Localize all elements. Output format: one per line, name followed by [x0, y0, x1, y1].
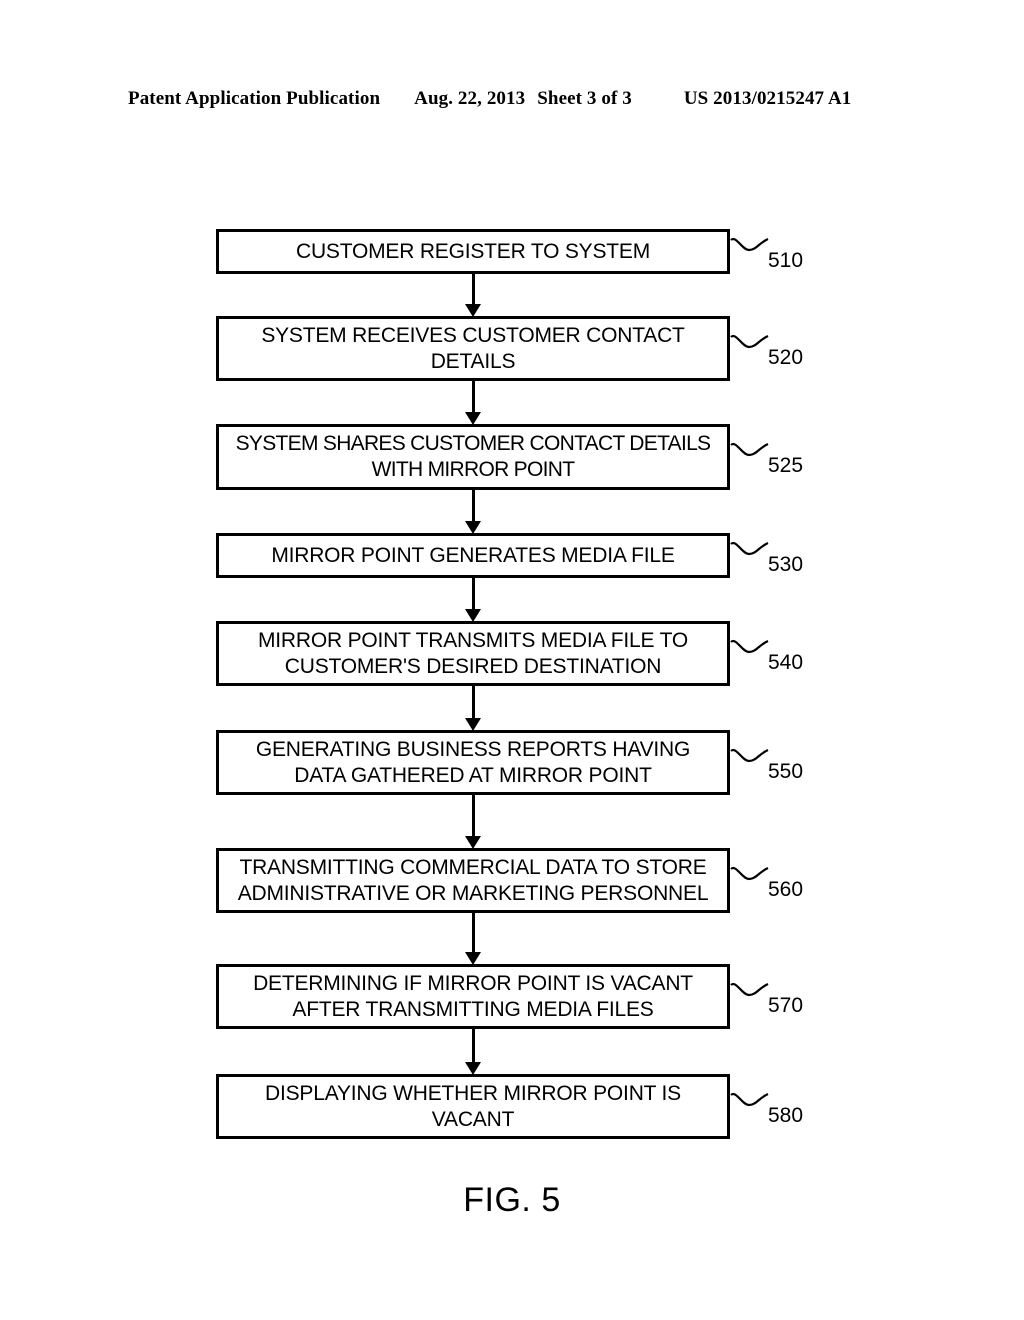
flowchart-step-560: TRANSMITTING COMMERCIAL DATA TO STORE AD…	[216, 848, 730, 913]
flowchart-step-label: MIRROR POINT GENERATES MEDIA FILE	[271, 543, 675, 567]
reference-numeral-530: 530	[768, 552, 804, 576]
flowchart-step-525: SYSTEM SHARES CUSTOMER CONTACT DETAILS W…	[216, 424, 730, 490]
reference-numeral-540: 540	[768, 650, 804, 674]
flowchart-step-520: SYSTEM RECEIVES CUSTOMER CONTACT DETAILS	[216, 316, 730, 381]
flow-connector-510-to-520	[472, 274, 475, 305]
flow-connector-570-to-580	[472, 1029, 475, 1063]
flowchart-step-label: DETERMINING IF MIRROR POINT IS VACANT AF…	[253, 971, 693, 1021]
figure-caption: FIG. 5	[463, 1181, 561, 1219]
flowchart-step-label: DISPLAYING WHETHER MIRROR POINT IS VACAN…	[265, 1081, 681, 1131]
flow-connector-520-to-525	[472, 381, 475, 413]
flowchart-diagram: CUSTOMER REGISTER TO SYSTEM 510 SYSTEM REC…	[0, 0, 1024, 1320]
flowchart-step-label: MIRROR POINT TRANSMITS MEDIA FILE TO CUS…	[258, 628, 688, 678]
reference-leader-550	[730, 748, 769, 762]
reference-leader-525	[730, 442, 769, 457]
flowchart-step-label: SYSTEM RECEIVES CUSTOMER CONTACT DETAILS	[261, 323, 685, 373]
flowchart-step-label: CUSTOMER REGISTER TO SYSTEM	[296, 239, 650, 263]
flowchart-step-540: MIRROR POINT TRANSMITS MEDIA FILE TO CUS…	[216, 621, 730, 686]
reference-numeral-570: 570	[768, 993, 804, 1017]
reference-numeral-560: 560	[768, 877, 804, 901]
reference-numeral-580: 580	[768, 1103, 804, 1127]
flowchart-step-label: TRANSMITTING COMMERCIAL DATA TO STORE AD…	[237, 855, 709, 905]
reference-leader-570	[730, 982, 769, 996]
flowchart-step-570: DETERMINING IF MIRROR POINT IS VACANT AF…	[216, 964, 730, 1029]
reference-leader-520	[730, 334, 769, 348]
reference-numeral-520: 520	[768, 345, 804, 369]
flowchart-step-label: GENERATING BUSINESS REPORTS HAVING DATA …	[255, 737, 691, 787]
flow-connector-530-to-540	[472, 578, 475, 610]
reference-numeral-550: 550	[768, 759, 804, 783]
reference-leader-530	[730, 541, 769, 555]
flowchart-step-530: MIRROR POINT GENERATES MEDIA FILE	[216, 533, 730, 578]
flow-connector-540-to-550	[472, 686, 475, 719]
reference-leader-540	[730, 639, 769, 653]
flow-connector-525-to-530	[472, 490, 475, 522]
flowchart-step-550: GENERATING BUSINESS REPORTS HAVING DATA …	[216, 730, 730, 795]
reference-leader-580	[730, 1092, 769, 1106]
flow-connector-560-to-570	[472, 913, 475, 953]
reference-leader-560	[730, 866, 769, 880]
reference-leader-510	[730, 237, 769, 251]
flowchart-step-510: CUSTOMER REGISTER TO SYSTEM	[216, 229, 730, 274]
flowchart-step-580: DISPLAYING WHETHER MIRROR POINT IS VACAN…	[216, 1074, 730, 1139]
reference-numeral-510: 510	[768, 248, 804, 272]
flowchart-step-label: SYSTEM SHARES CUSTOMER CONTACT DETAILS W…	[235, 432, 711, 481]
flow-connector-550-to-560	[472, 795, 475, 837]
reference-numeral-525: 525	[768, 454, 804, 477]
